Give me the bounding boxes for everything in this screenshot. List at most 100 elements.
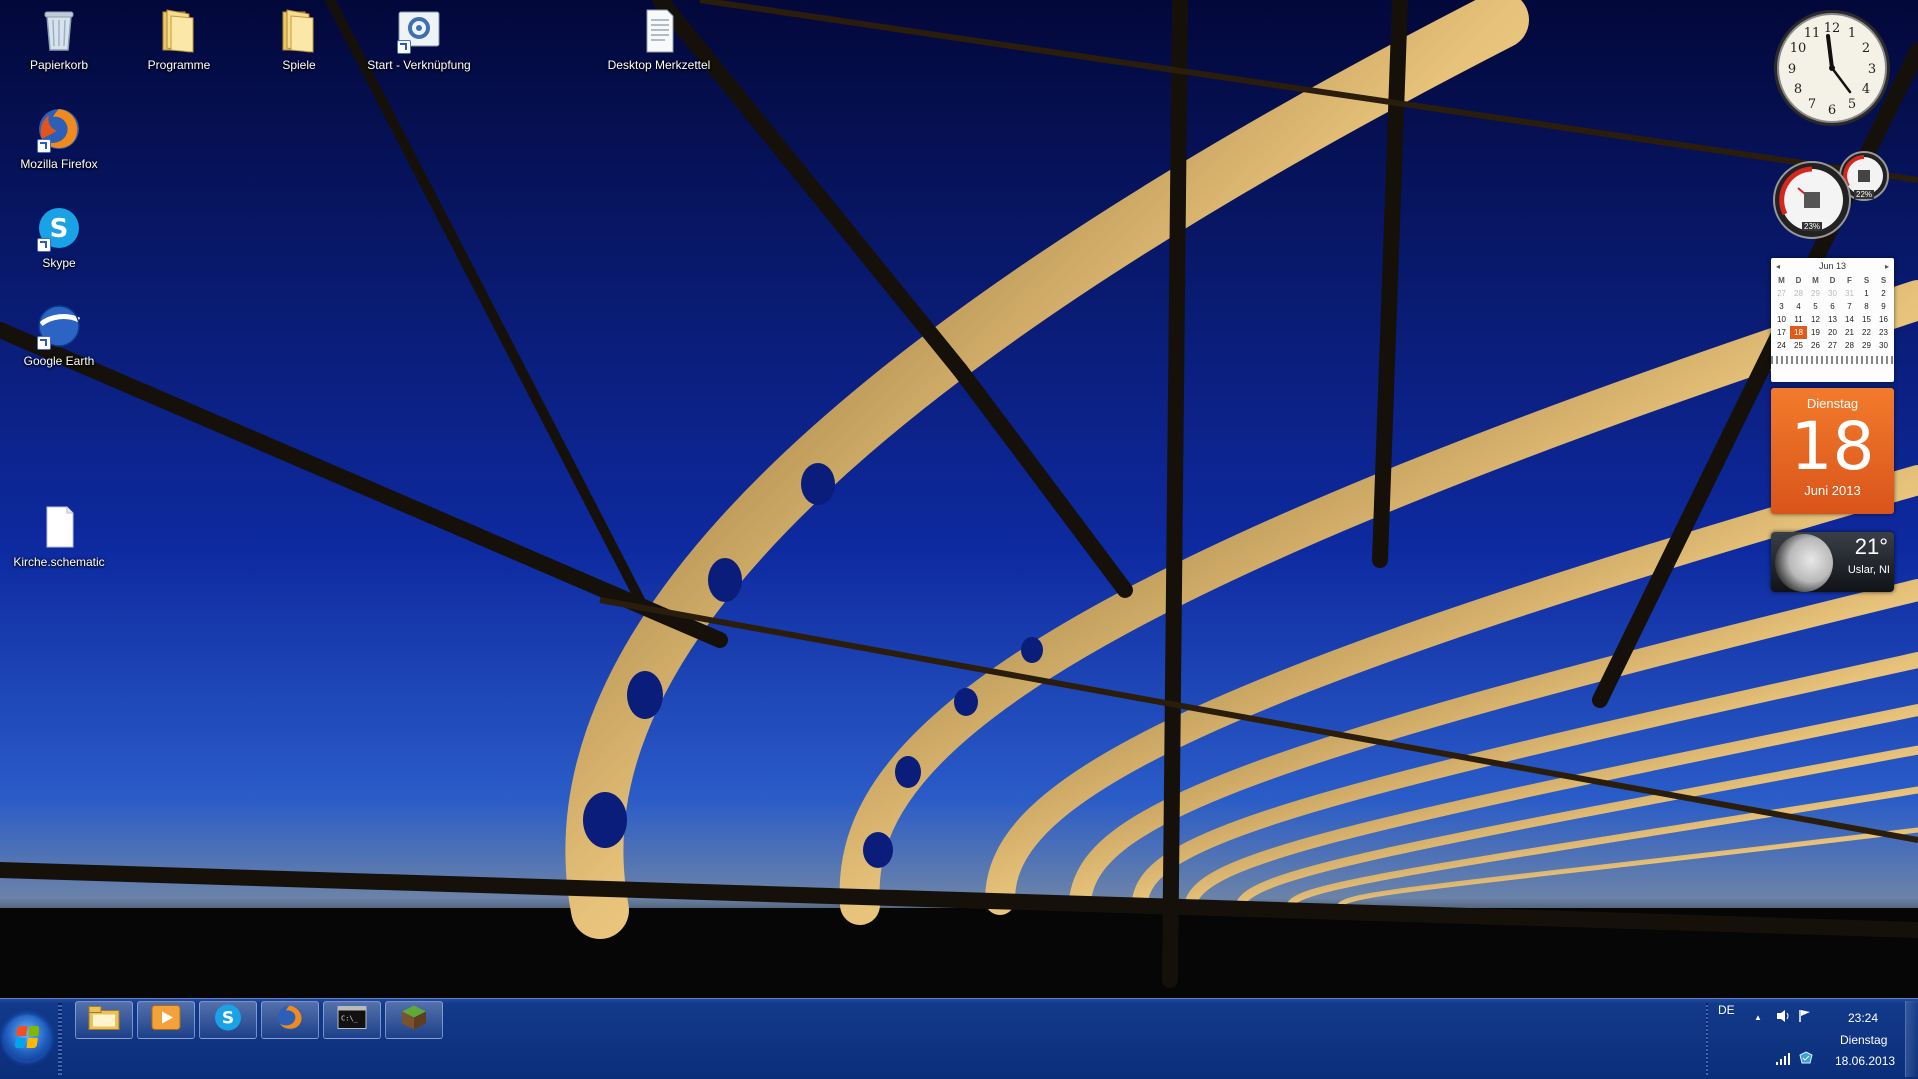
calendar-day-cell[interactable]: 19 (1807, 326, 1824, 339)
desktop-icon-label: Google Earth (23, 354, 95, 368)
calendar-weekday-header: S (1863, 276, 1870, 285)
desktop-wallpaper (0, 0, 1918, 998)
volume-icon[interactable] (1776, 1009, 1792, 1026)
calendar-day-cell[interactable]: 28 (1841, 339, 1858, 352)
calendar-day-cell[interactable]: 9 (1875, 300, 1892, 313)
minecraft-icon (400, 1004, 428, 1037)
command-prompt-icon: C:\_ (337, 1006, 367, 1035)
folder-icon (275, 6, 323, 54)
calendar-day-cell[interactable]: 1 (1858, 287, 1875, 300)
taskbar-button-minecraft[interactable] (385, 1001, 443, 1039)
svg-text:S: S (50, 214, 69, 244)
language-indicator[interactable]: DE (1718, 1003, 1735, 1017)
weather-temperature: 21° (1854, 534, 1888, 559)
calendar-gadget[interactable]: ◂ Jun 13 ▸ M D M D F S S 27 28 29 30 31 1 2 3 4 5 6 7 8 9 10 1… (1771, 258, 1894, 516)
tray-separator (1706, 1003, 1708, 1075)
calendar-day-cell[interactable]: 20 (1824, 326, 1841, 339)
shortcut-arrow-icon (37, 336, 51, 350)
calendar-day-cell[interactable]: 12 (1807, 313, 1824, 326)
calendar-weekday-header: D (1795, 276, 1802, 285)
show-desktop-button[interactable] (1905, 1001, 1918, 1077)
taskbar-button-skype[interactable]: S (199, 1001, 257, 1039)
clock-numeral: 3 (1868, 62, 1876, 77)
clock-numeral: 1 (1848, 26, 1856, 41)
calendar-day-cell[interactable]: 13 (1824, 313, 1841, 326)
calendar-day-cell[interactable]: 21 (1841, 326, 1858, 339)
calendar-day-cell[interactable]: 16 (1875, 313, 1892, 326)
calendar-day-cell[interactable]: 3 (1773, 300, 1790, 313)
clock-numeral: 10 (1790, 41, 1807, 56)
calendar-day-cell[interactable]: 24 (1773, 339, 1790, 352)
desktop-icon-google-earth[interactable]: Google Earth (3, 302, 115, 368)
calendar-day-cell[interactable]: 22 (1858, 326, 1875, 339)
desktop-icon-spiele[interactable]: Spiele (243, 6, 355, 72)
calendar-next-button[interactable]: ▸ (1885, 262, 1889, 271)
weather-gadget[interactable]: 21° Uslar, NI (1771, 532, 1894, 592)
calendar-day-cell[interactable]: 28 (1790, 287, 1807, 300)
calendar-ring-binding (1771, 356, 1894, 364)
action-center-flag-icon[interactable] (1798, 1009, 1812, 1026)
clock-numeral: 2 (1862, 41, 1870, 56)
calendar-day-cell[interactable]: 15 (1858, 313, 1875, 326)
calendar-day-cell[interactable]: 30 (1824, 287, 1841, 300)
taskbar-button-firefox[interactable] (261, 1001, 319, 1039)
calendar-day-cell[interactable]: 30 (1875, 339, 1892, 352)
calendar-day-cell[interactable]: 29 (1858, 339, 1875, 352)
desktop-icon-label: Desktop Merkzettel (607, 58, 711, 72)
calendar-day-cell[interactable]: 5 (1807, 300, 1824, 313)
cpu-meter-gadget[interactable]: 23% 22% (1768, 148, 1896, 244)
desktop-icon-firefox[interactable]: Mozilla Firefox (3, 105, 115, 171)
recycle-bin-icon (35, 6, 83, 54)
calendar-day-cell[interactable]: 23 (1875, 326, 1892, 339)
taskbar-button-media-player[interactable] (137, 1001, 195, 1039)
analog-clock-face: 12 1 2 3 4 5 6 7 8 9 10 11 (1774, 10, 1890, 126)
calendar-day-cell[interactable]: 4 (1790, 300, 1807, 313)
calendar-day-cell[interactable]: 14 (1841, 313, 1858, 326)
calendar-day-cell[interactable]: 25 (1790, 339, 1807, 352)
calendar-day-cell[interactable]: 29 (1807, 287, 1824, 300)
desktop-icon-label: Spiele (282, 58, 316, 72)
moon-icon (1775, 534, 1833, 592)
calendar-day-cell[interactable]: 6 (1824, 300, 1841, 313)
taskbar-button-explorer[interactable] (75, 1001, 133, 1039)
calendar-day-cell[interactable]: 17 (1773, 326, 1790, 339)
calendar-day-cell[interactable]: 11 (1790, 313, 1807, 326)
desktop-icon-merkzettel[interactable]: Desktop Merkzettel (603, 6, 715, 72)
desktop-icon-start-shortcut[interactable]: Start - Verknüpfung (363, 6, 475, 72)
calendar-weekday-header: D (1829, 276, 1836, 285)
calendar-weekday-header: M (1812, 276, 1819, 285)
desktop-icon-label: Programme (147, 58, 211, 72)
calendar-day-cell[interactable]: 31 (1841, 287, 1858, 300)
calendar-prev-button[interactable]: ◂ (1776, 262, 1780, 271)
clock-gadget[interactable]: 12 1 2 3 4 5 6 7 8 9 10 11 (1772, 8, 1892, 128)
clock-numeral: 9 (1788, 62, 1796, 77)
ram-usage-readout: 22% (1854, 190, 1875, 199)
calendar-day-cell[interactable]: 26 (1807, 339, 1824, 352)
blank-file-icon (35, 503, 83, 551)
calendar-day-cell[interactable]: 10 (1773, 313, 1790, 326)
clock-numeral: 11 (1804, 26, 1821, 41)
network-signal-icon[interactable] (1775, 1053, 1791, 1068)
skype-icon: S (214, 1004, 242, 1037)
start-button[interactable] (4, 1015, 50, 1061)
calendar-day-cell[interactable]: 27 (1824, 339, 1841, 352)
desktop-icon-kirche-schematic[interactable]: Kirche.schematic (3, 503, 115, 569)
calendar-day-cell[interactable]: 8 (1858, 300, 1875, 313)
calendar-day-cell[interactable]: 18 (1790, 326, 1807, 339)
taskbar-button-cmd[interactable]: C:\_ (323, 1001, 381, 1039)
show-hidden-icons-button[interactable]: ▲ (1754, 1013, 1762, 1022)
calendar-day-cell[interactable]: 27 (1773, 287, 1790, 300)
clock-numeral: 4 (1862, 82, 1870, 97)
calendar-day-number: 18 (1790, 408, 1875, 485)
calendar-day-cell[interactable]: 7 (1841, 300, 1858, 313)
desktop-icon-skype[interactable]: S Skype (3, 204, 115, 270)
shortcut-settings-icon (395, 6, 443, 54)
desktop-icon-programme[interactable]: Programme (123, 6, 235, 72)
security-shield-icon[interactable] (1798, 1051, 1814, 1068)
desktop-icon-label: Kirche.schematic (13, 555, 105, 569)
calendar-day-cell[interactable]: 2 (1875, 287, 1892, 300)
desktop-icon-recycle-bin[interactable]: Papierkorb (3, 6, 115, 72)
media-player-icon (151, 1005, 181, 1036)
firefox-icon (35, 105, 83, 153)
calendar-day-view[interactable]: Dienstag 18 Juni 2013 (1771, 388, 1894, 514)
